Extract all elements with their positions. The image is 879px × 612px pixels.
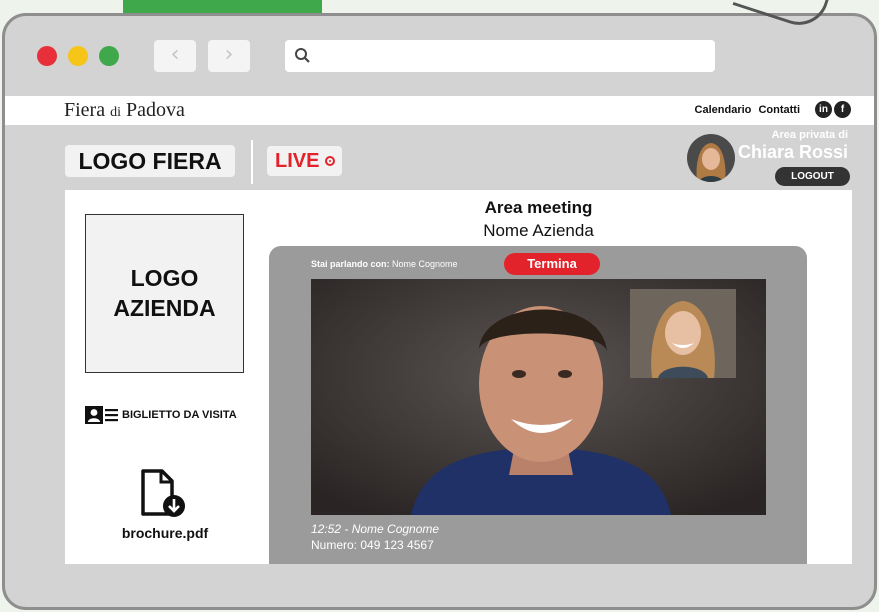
video-call-panel: Stai parlando con: Nome Cognome Termina <box>269 246 807 564</box>
nav-calendario[interactable]: Calendario <box>695 104 752 116</box>
company-logo: LOGO AZIENDA <box>85 214 244 373</box>
meeting-company-name: Nome Azienda <box>483 221 594 240</box>
meeting-title: Area meeting <box>484 198 593 217</box>
chevron-right-icon: › <box>224 42 234 67</box>
talking-with-label: Stai parlando con: Nome Cognome <box>311 259 458 269</box>
private-area-label: Area privata di <box>771 129 848 141</box>
call-timestamp: 12:52 - Nome Cognome <box>311 522 440 536</box>
site-brand[interactable]: Fiera di Padova <box>64 99 185 122</box>
nav-contatti[interactable]: Contatti <box>758 104 800 116</box>
user-name: Chiara Rossi <box>737 142 848 162</box>
top-accent-bar <box>123 0 322 14</box>
forward-button[interactable]: › <box>208 40 250 72</box>
back-button[interactable]: ‹ <box>154 40 196 72</box>
live-indicator-icon <box>325 156 335 166</box>
top-nav: Calendario Contatti <box>691 104 800 116</box>
facebook-icon[interactable]: f <box>834 101 851 118</box>
logout-button[interactable]: LOGOUT <box>775 167 850 186</box>
main-content: LOGO AZIENDA BIGLIETTO DA VISITA brochur… <box>65 190 852 564</box>
live-badge[interactable]: LIVE <box>267 146 342 176</box>
call-phone-number: Numero: 049 123 4567 <box>311 538 434 552</box>
logo-fiera: LOGO FIERA <box>65 145 235 177</box>
linkedin-icon[interactable]: in <box>815 101 832 118</box>
file-download-icon[interactable] <box>140 468 188 518</box>
end-call-button[interactable]: Termina <box>504 253 600 275</box>
self-video <box>630 289 736 378</box>
header-divider <box>251 140 253 184</box>
browser-window: ‹ › Fiera di Padova Calendario Contatti … <box>2 13 877 610</box>
maximize-window-dot[interactable] <box>99 46 119 66</box>
business-card-icon <box>85 406 118 424</box>
business-card-link[interactable]: BIGLIETTO DA VISITA <box>85 405 237 425</box>
site-topbar: Fiera di Padova Calendario Contatti in f <box>5 96 874 125</box>
user-avatar[interactable] <box>687 134 735 182</box>
minimize-window-dot[interactable] <box>68 46 88 66</box>
brochure-link[interactable]: brochure.pdf <box>65 525 265 541</box>
search-icon <box>295 48 310 63</box>
address-bar[interactable] <box>285 40 715 72</box>
close-window-dot[interactable] <box>37 46 57 66</box>
chevron-left-icon: ‹ <box>170 42 180 67</box>
